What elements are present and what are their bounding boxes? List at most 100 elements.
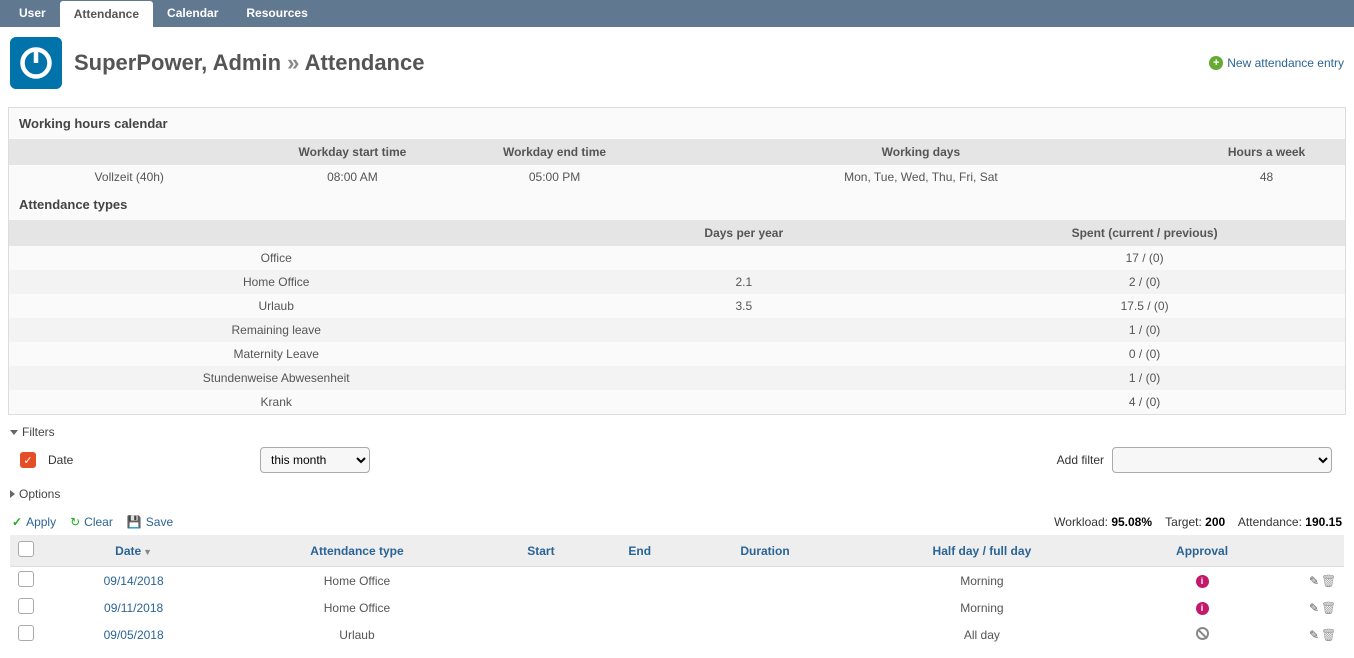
options-label: Options	[19, 487, 60, 501]
new-attendance-entry-link[interactable]: + New attendance entry	[1209, 56, 1344, 70]
wh-hours: 48	[1188, 165, 1345, 189]
select-all-header[interactable]	[10, 535, 42, 567]
col-approval[interactable]: Approval	[1120, 535, 1284, 567]
filters-label: Filters	[22, 425, 55, 439]
type-row: Urlaub3.517.5 / (0)	[9, 294, 1345, 318]
disk-icon: 💾	[127, 515, 142, 529]
edit-icon[interactable]: ✎	[1305, 628, 1319, 642]
type-dpy	[543, 366, 944, 390]
apply-button[interactable]: ✓ Apply	[12, 515, 56, 529]
options-toggle[interactable]: Options	[10, 485, 1344, 503]
wh-days: Mon, Tue, Wed, Thu, Fri, Sat	[654, 165, 1188, 189]
chevron-right-icon	[10, 490, 15, 498]
clear-button[interactable]: ↻ Clear	[70, 515, 113, 529]
top-nav: User Attendance Calendar Resources	[0, 0, 1354, 27]
entry-start	[489, 567, 593, 595]
sort-desc-icon: ▼	[143, 547, 152, 557]
col-start: Workday start time	[249, 139, 455, 165]
type-dpy: 3.5	[543, 294, 944, 318]
check-icon: ✓	[12, 515, 22, 529]
add-filter-select[interactable]	[1112, 447, 1332, 473]
page-title: SuperPower, Admin » Attendance	[74, 50, 1209, 76]
save-label: Save	[146, 515, 173, 529]
entry-date-link[interactable]: 09/05/2018	[104, 628, 164, 642]
wh-end: 05:00 PM	[455, 165, 653, 189]
entry-type: Home Office	[225, 594, 488, 621]
date-filter-select[interactable]: this month	[260, 447, 370, 473]
tab-attendance[interactable]: Attendance	[60, 1, 153, 27]
col-end[interactable]: End	[593, 535, 686, 567]
entry-approval	[1120, 621, 1284, 648]
type-row: Home Office2.12 / (0)	[9, 270, 1345, 294]
working-hours-row: Vollzeit (40h) 08:00 AM 05:00 PM Mon, Tu…	[9, 165, 1345, 189]
col-date[interactable]: Date▼	[42, 535, 225, 567]
type-name: Home Office	[9, 270, 543, 294]
type-dpy: 2.1	[543, 270, 944, 294]
type-dpy	[543, 246, 944, 270]
col-actions	[1284, 535, 1344, 567]
row-checkbox[interactable]	[18, 598, 34, 614]
type-row: Krank4 / (0)	[9, 390, 1345, 414]
working-hours-title: Working hours calendar	[9, 108, 1345, 139]
filters-toggle[interactable]: Filters	[10, 423, 1344, 441]
clear-label: Clear	[84, 515, 113, 529]
tab-user[interactable]: User	[5, 0, 60, 27]
col-halfday[interactable]: Half day / full day	[844, 535, 1120, 567]
entry-date-link[interactable]: 09/11/2018	[104, 601, 163, 615]
info-panel: Working hours calendar Workday start tim…	[8, 107, 1346, 415]
app-logo	[10, 37, 62, 89]
date-filter-checkbox[interactable]: ✓	[20, 452, 36, 468]
type-row: Office17 / (0)	[9, 246, 1345, 270]
col-type[interactable]: Attendance type	[225, 535, 488, 567]
select-all-checkbox[interactable]	[18, 541, 34, 557]
workload-value: 95.08%	[1111, 515, 1152, 529]
new-entry-label: New attendance entry	[1227, 56, 1344, 70]
target-value: 200	[1205, 515, 1225, 529]
col-days: Working days	[654, 139, 1188, 165]
entry-end	[593, 621, 686, 648]
type-row: Remaining leave 1 / (0)	[9, 318, 1345, 342]
target-label: Target:	[1165, 515, 1202, 529]
options-section: Options	[10, 485, 1344, 503]
title-separator: »	[287, 50, 305, 75]
delete-icon[interactable]: 🗑	[1321, 601, 1335, 615]
save-button[interactable]: 💾 Save	[127, 515, 173, 529]
type-name: Urlaub	[9, 294, 543, 318]
type-dpy	[543, 318, 944, 342]
type-spent: 4 / (0)	[944, 390, 1345, 414]
entry-start	[489, 621, 593, 648]
attendance-stat-value: 190.15	[1305, 515, 1342, 529]
entry-row: 09/05/2018UrlaubAll day✎🗑	[10, 621, 1344, 648]
delete-icon[interactable]: 🗑	[1321, 628, 1335, 642]
entry-approval: i	[1120, 567, 1284, 595]
tab-resources[interactable]: Resources	[232, 0, 321, 27]
edit-icon[interactable]: ✎	[1305, 574, 1319, 588]
row-checkbox[interactable]	[18, 625, 34, 641]
type-spent: 1 / (0)	[944, 318, 1345, 342]
date-filter-row: ✓ Date this month Add filter	[10, 441, 1344, 479]
add-filter-label: Add filter	[1057, 453, 1104, 467]
type-name: Stundenweise Abwesenheit	[9, 366, 543, 390]
title-page: Attendance	[305, 50, 425, 75]
edit-icon[interactable]: ✎	[1305, 601, 1319, 615]
delete-icon[interactable]: 🗑	[1321, 574, 1335, 588]
tab-calendar[interactable]: Calendar	[153, 0, 232, 27]
filters-section: Filters ✓ Date this month Add filter	[10, 423, 1344, 479]
entry-start	[489, 594, 593, 621]
plus-icon: +	[1209, 56, 1223, 70]
page-header: SuperPower, Admin » Attendance + New att…	[0, 27, 1354, 107]
type-spent: 1 / (0)	[944, 366, 1345, 390]
title-username: SuperPower, Admin	[74, 50, 281, 75]
col-dpy: Days per year	[543, 220, 944, 246]
status-pending-icon: i	[1196, 602, 1209, 615]
type-name: Remaining leave	[9, 318, 543, 342]
action-bar: ✓ Apply ↻ Clear 💾 Save Workload: 95.08% …	[0, 509, 1354, 535]
col-start[interactable]: Start	[489, 535, 593, 567]
type-name: Office	[9, 246, 543, 270]
stats: Workload: 95.08% Target: 200 Attendance:…	[1054, 515, 1342, 529]
entry-halfday: Morning	[844, 594, 1120, 621]
type-dpy	[543, 342, 944, 366]
col-duration[interactable]: Duration	[686, 535, 843, 567]
row-checkbox[interactable]	[18, 571, 34, 587]
entry-date-link[interactable]: 09/14/2018	[104, 574, 164, 588]
